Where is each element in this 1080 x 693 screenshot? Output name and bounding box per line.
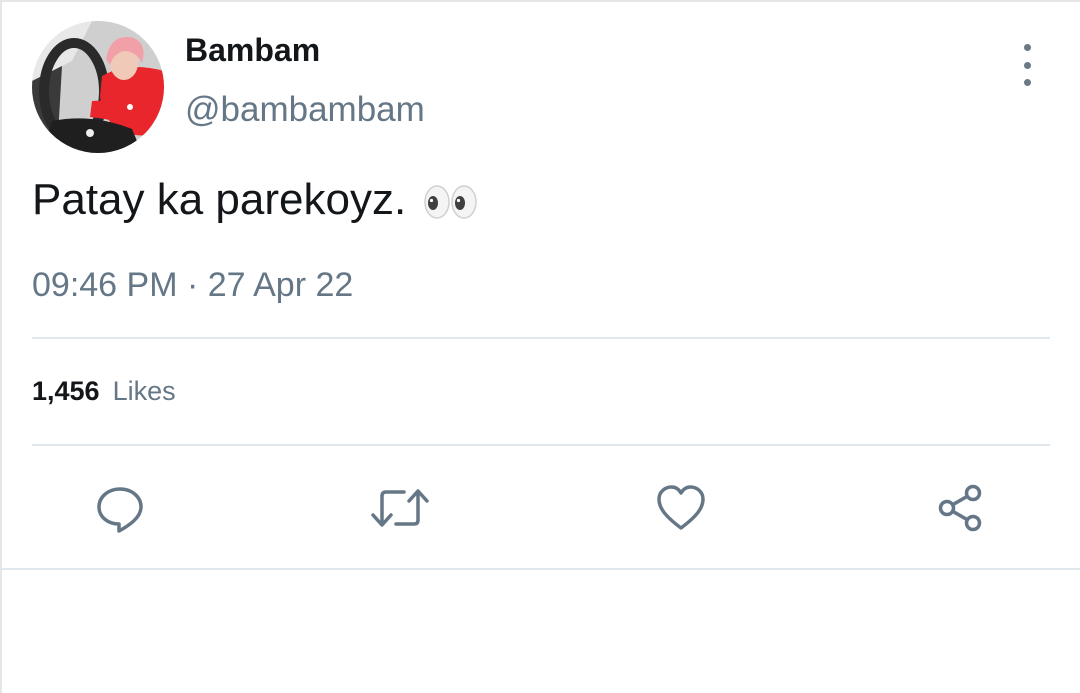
share-button[interactable] <box>931 478 991 538</box>
tweet-text-content: Patay ka parekoyz. <box>32 175 407 224</box>
likes-stat[interactable]: 1,456 Likes <box>32 378 176 405</box>
vertical-dots-icon <box>1023 44 1031 51</box>
eyes-emoji <box>424 185 477 219</box>
likes-count: 1,456 <box>32 376 100 406</box>
tweet-card: Bambam @bambambam Patay ka parekoyz. 09:… <box>0 0 1080 570</box>
divider <box>32 337 1050 339</box>
reply-button[interactable] <box>90 478 150 538</box>
vertical-dots-icon-dot <box>1023 79 1031 86</box>
retweet-arrows-icon <box>371 489 429 527</box>
divider <box>32 444 1050 446</box>
speech-bubble-icon <box>97 487 143 533</box>
author-handle[interactable]: @bambambam <box>185 92 425 127</box>
avatar-photo <box>32 21 164 153</box>
author-display-name[interactable]: Bambam <box>185 34 320 66</box>
action-bar <box>0 478 1080 538</box>
heart-icon <box>657 485 705 530</box>
tweet-timestamp: 09:46 PM · 27 Apr 22 <box>32 266 354 304</box>
share-nodes-icon <box>938 484 982 532</box>
avatar[interactable] <box>32 21 164 153</box>
vertical-dots-icon-dot <box>1023 61 1031 69</box>
like-button[interactable] <box>651 478 711 538</box>
retweet-button[interactable] <box>370 478 430 538</box>
more-options-button[interactable] <box>1012 44 1042 86</box>
likes-label: Likes <box>112 376 176 406</box>
tweet-text: Patay ka parekoyz. <box>32 178 478 222</box>
bottom-divider <box>0 568 1080 570</box>
